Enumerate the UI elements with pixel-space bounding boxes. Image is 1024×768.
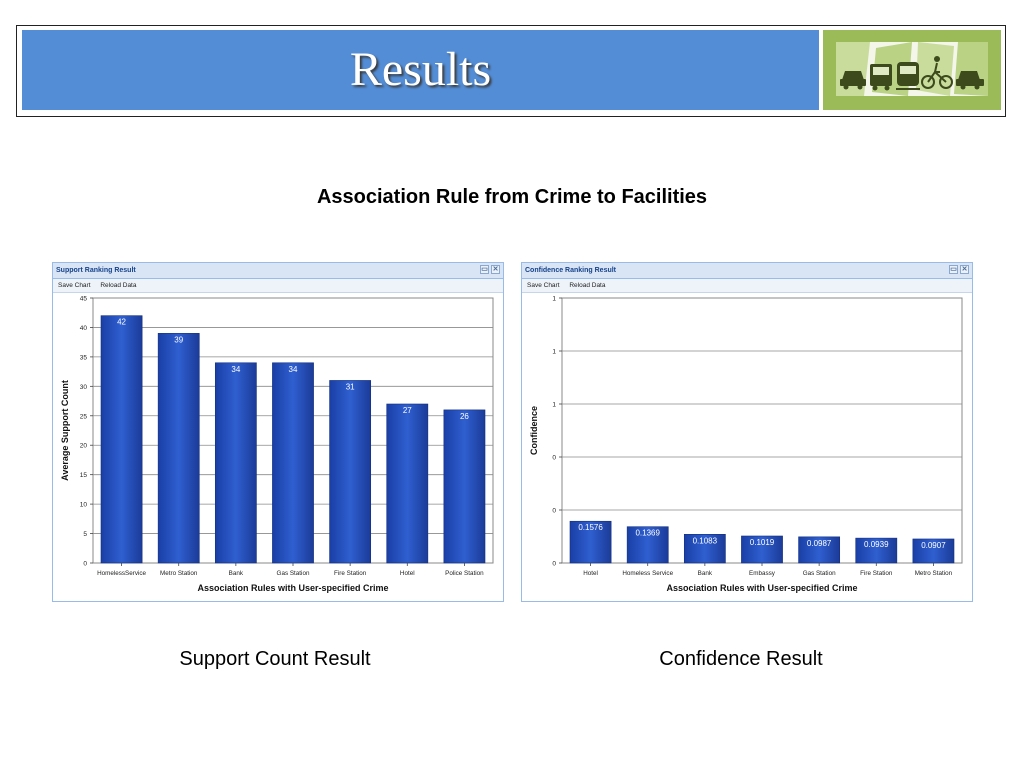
save-chart-button[interactable]: Save Chart [58,282,91,289]
y-tick-label: 0 [552,508,556,515]
data-label: 34 [231,365,240,374]
data-label: 0.1083 [693,536,718,545]
data-label: 27 [403,406,412,415]
support-count-chart: 0 5 10 15 20 25 30 35 40 45 42 HomelessService 39 Met… [60,296,494,593]
x-axis-label: Association Rules with User-specified Cr… [197,583,388,593]
y-axis-label: Average Support Count [60,380,70,481]
data-label: 0.1576 [578,523,603,532]
x-tick-label: Police Station [445,570,484,577]
bar [214,362,257,564]
support-ranking-panel: Support Ranking Result ▭ ✕ Save Chart Re… [52,262,504,602]
data-label: 42 [117,318,126,327]
x-tick-label: HomelessService [97,570,146,577]
y-tick-label: 0 [83,561,87,568]
bar [329,380,372,564]
y-tick-label: 35 [80,354,88,361]
x-tick-label: Hotel [583,570,598,577]
slide-subtitle: Association Rule from Crime to Facilitie… [316,186,708,208]
confidence-caption: Confidence Result [659,648,823,670]
y-tick-label: 5 [83,531,87,538]
close-icon[interactable]: ✕ [491,265,500,274]
reload-data-button[interactable]: Reload Data [569,282,605,289]
panel-title-text: Support Ranking Result [56,267,136,274]
bar [386,403,429,564]
bar [443,409,486,564]
panel-toolbar: Save Chart Reload Data [53,279,503,293]
y-tick-label: 10 [80,502,88,509]
x-tick-label: Metro Station [160,570,198,577]
data-label: 39 [174,335,183,344]
data-label: 0.1369 [635,529,660,538]
data-label: 0.1019 [750,538,775,547]
y-tick-label: 25 [80,413,88,420]
y-tick-label: 1 [552,349,556,356]
data-label: 31 [346,382,355,391]
y-tick-label: 0 [552,561,556,568]
plot-area [561,297,963,564]
transport-logo [836,42,988,96]
restore-icon[interactable]: ▭ [480,265,489,274]
x-tick-label: Hotel [400,570,415,577]
page-title: Results [349,43,492,96]
x-tick-label: Fire Station [334,570,367,577]
save-chart-button[interactable]: Save Chart [527,282,560,289]
x-tick-label: Homeless Service [622,570,673,577]
y-tick-label: 15 [80,472,88,479]
y-tick-label: 1 [552,296,556,303]
support-count-caption: Support Count Result [179,648,371,670]
bar [157,333,200,564]
x-tick-label: Metro Station [915,570,953,577]
x-tick-label: Bank [698,570,713,577]
y-axis-label: Confidence [529,406,539,455]
x-tick-label: Gas Station [277,570,310,577]
panel-toolbar: Save Chart Reload Data [522,279,972,293]
y-tick-label: 40 [80,325,88,332]
data-label: 26 [460,412,469,421]
y-tick-label: 45 [80,296,88,303]
y-tick-label: 1 [552,402,556,409]
x-tick-label: Fire Station [860,570,893,577]
y-tick-label: 30 [80,384,88,391]
confidence-ranking-panel: Confidence Ranking Result ▭ ✕ Save Chart… [521,262,973,602]
data-label: 34 [289,365,298,374]
confidence-chart: 0 0 0 1 1 1 0.1576 Hotel 0.1369 Homeless Service 0… [529,296,963,593]
data-label: 0.0939 [864,540,889,549]
x-tick-label: Bank [229,570,244,577]
panel-title: Confidence Ranking Result ▭ ✕ [522,263,972,279]
bar [272,362,314,564]
reload-data-button[interactable]: Reload Data [100,282,136,289]
x-tick-label: Gas Station [803,570,836,577]
x-tick-label: Embassy [749,570,776,577]
panel-title: Support Ranking Result ▭ ✕ [53,263,503,279]
restore-icon[interactable]: ▭ [949,265,958,274]
panel-title-text: Confidence Ranking Result [525,267,617,274]
data-label: 0.0987 [807,539,832,548]
data-label: 0.0907 [921,541,946,550]
y-tick-label: 20 [80,443,88,450]
bar [100,315,143,564]
y-tick-label: 0 [552,455,556,462]
x-axis-label: Association Rules with User-specified Cr… [666,583,857,593]
close-icon[interactable]: ✕ [960,265,969,274]
